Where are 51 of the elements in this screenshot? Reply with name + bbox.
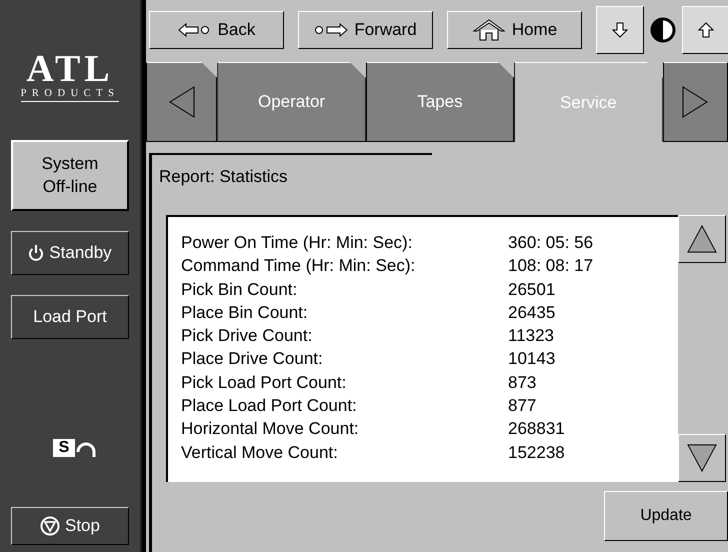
stat-label: Pick Drive Count: (181, 325, 314, 348)
stop-button[interactable]: Stop (11, 507, 129, 545)
forward-arrow-icon (314, 23, 348, 37)
tab-scroll-right-button[interactable] (662, 62, 728, 142)
stat-value: 108: 08: 17 (508, 255, 594, 278)
stat-label: Place Load Port Count: (181, 395, 358, 418)
stat-label: Pick Load Port Count: (181, 372, 348, 394)
contrast-icon[interactable] (650, 17, 676, 43)
nav-button[interactable]: Forward (298, 11, 433, 49)
stat-label: Power On Time (Hr: Min: Sec): (181, 232, 414, 254)
tab-scroll-left-button[interactable] (146, 62, 218, 142)
scroll-up-button[interactable] (678, 215, 726, 263)
home-icon (472, 19, 506, 41)
stat-value: 877 (508, 395, 536, 418)
stat-label: Command Time (Hr: Min: Sec): (181, 255, 416, 278)
right-triangle-icon (681, 86, 710, 118)
logo-text: ATL (26, 50, 114, 88)
sidebar-button[interactable]: Standby (11, 231, 129, 275)
nav-button[interactable]: Back (149, 11, 284, 49)
update-button[interactable]: Update (604, 491, 728, 541)
logo-subtitle: PRODUCTS (20, 88, 120, 102)
system-status-button[interactable]: System Off-line (11, 140, 129, 211)
stat-value: 26501 (508, 278, 556, 301)
power-icon (28, 244, 44, 262)
down-arrow-icon (612, 22, 628, 38)
stat-value: 26435 (508, 302, 556, 324)
scroll-down-button[interactable] (596, 6, 644, 54)
nav-button[interactable]: Home (447, 11, 582, 49)
sidebar-button[interactable]: Load Port (11, 295, 129, 339)
stat-value: 152238 (508, 442, 565, 464)
up-arrow-icon (698, 22, 714, 38)
stat-label: Vertical Move Count: (181, 442, 339, 464)
stat-value: 360: 05: 56 (508, 232, 594, 254)
stat-value: 268831 (508, 418, 565, 440)
stop-icon (40, 516, 60, 536)
stat-label: Horizontal Move Count: (181, 418, 360, 440)
stat-value: 11323 (508, 325, 554, 348)
left-triangle-icon (168, 86, 196, 118)
stat-label: Place Bin Count: (181, 302, 309, 324)
stat-label: Place Drive Count: (181, 348, 324, 370)
up-triangle-icon (685, 224, 719, 254)
tab[interactable]: Tapes (366, 62, 514, 142)
stat-label: Pick Bin Count: (181, 278, 298, 301)
tab[interactable]: Operator (217, 62, 366, 142)
stat-value: 873 (508, 372, 536, 394)
scroll-down-button[interactable] (678, 434, 726, 482)
back-arrow-icon (178, 23, 212, 37)
down-triangle-icon (685, 443, 719, 473)
scroll-up-button[interactable] (682, 6, 728, 54)
stat-value: 10143 (508, 348, 556, 370)
report-title: Report: Statistics (158, 166, 288, 188)
